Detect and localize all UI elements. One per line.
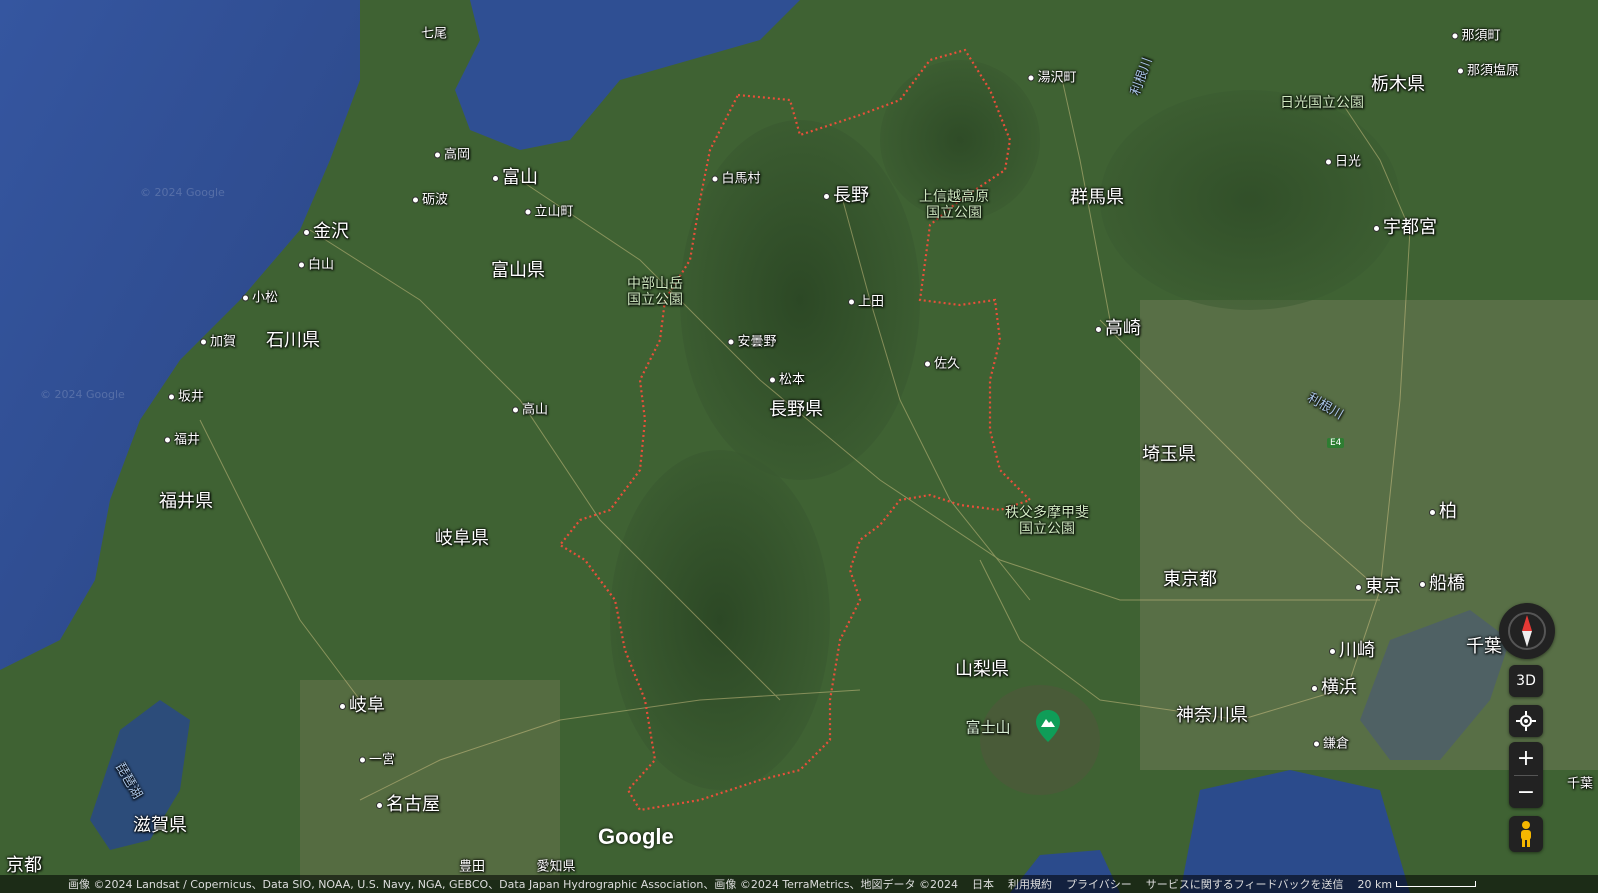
city-label: 福井 (164, 429, 200, 448)
city-label: 高崎 (1095, 314, 1141, 340)
city-label: 一宮 (359, 749, 395, 768)
city-label: 京都 (6, 855, 42, 876)
prefecture-label: 岐阜県 (435, 528, 489, 549)
city-label: 小松 (242, 287, 278, 306)
city-label: 安曇野 (727, 331, 776, 350)
prefecture-label: 滋賀県 (133, 815, 187, 836)
prefecture-label: 神奈川県 (1176, 705, 1248, 726)
city-label: 川崎 (1329, 636, 1375, 662)
prefecture-label: 富山県 (491, 260, 545, 281)
privacy-link[interactable]: プライバシー (1066, 876, 1132, 892)
scale-bar[interactable]: 20 km (1358, 878, 1491, 891)
google-logo: Google (598, 824, 674, 849)
city-label: 那須塩原 (1457, 60, 1519, 79)
imagery-credits: 画像 ©2024 Landsat / Copernicus、Data SIO, … (68, 878, 958, 891)
city-label: 上田 (848, 291, 884, 310)
city-label: 高岡 (434, 144, 470, 163)
prefecture-label: 福井県 (159, 491, 213, 512)
compass-button[interactable] (1499, 603, 1555, 659)
city-label: 富山 (492, 163, 538, 189)
city-label: 砺波 (412, 189, 448, 208)
mountain-marker-icon[interactable] (1036, 710, 1060, 742)
city-label: 七尾 (420, 26, 448, 42)
city-label: 加賀 (200, 331, 236, 350)
country-link[interactable]: 日本 (972, 876, 994, 892)
prefecture-label: 山梨県 (955, 659, 1009, 680)
satellite-map[interactable] (0, 0, 1598, 893)
prefecture-label: 埼玉県 (1142, 444, 1196, 465)
zoom-in-button[interactable]: + (1509, 742, 1543, 775)
prefecture-label: 東京都 (1163, 569, 1217, 590)
city-label: 東京 (1355, 572, 1401, 598)
kanto-plain (1140, 300, 1598, 770)
feedback-link[interactable]: サービスに関するフィードバックを送信 (1146, 876, 1344, 892)
attribution-bar: 画像 ©2024 Landsat / Copernicus、Data SIO, … (0, 875, 1598, 893)
prefecture-label: 長野県 (769, 399, 823, 420)
city-label: 愛知県 (536, 859, 576, 875)
park-label: 中部山岳 国立公園 (627, 276, 683, 308)
3d-toggle-button[interactable]: 3D (1509, 665, 1543, 697)
city-label: 岐阜 (339, 691, 385, 717)
city-label: 日光 (1325, 151, 1361, 170)
my-location-icon (1516, 711, 1536, 731)
city-label: 白山 (298, 254, 334, 273)
highway-shield: E4 (1327, 438, 1345, 448)
park-label: 上信越高原 国立公園 (919, 189, 989, 221)
scale-line (1396, 881, 1477, 887)
zoom-out-button[interactable]: − (1509, 776, 1543, 808)
scale-label: 20 km (1357, 877, 1393, 891)
map-watermark: © 2024 Google (40, 388, 125, 401)
prefecture-label: 石川県 (266, 330, 320, 351)
city-label: 柏 (1429, 497, 1457, 523)
city-label: 千葉 (1566, 776, 1594, 792)
city-label: 湯沢町 (1027, 67, 1076, 86)
terms-link[interactable]: 利用規約 (1008, 876, 1052, 892)
pegman-icon (1521, 821, 1531, 847)
prefecture-label: 栃木県 (1371, 74, 1425, 95)
park-label: 日光国立公園 (1280, 95, 1364, 111)
poi-label[interactable]: 富士山 (965, 717, 1010, 738)
city-label: 坂井 (168, 386, 204, 405)
compass-icon (1508, 612, 1546, 650)
pegman-button[interactable] (1509, 816, 1543, 852)
city-label: 鎌倉 (1313, 733, 1349, 752)
city-label: 立山町 (524, 201, 573, 220)
zoom-controls: + − (1509, 742, 1543, 808)
city-label: 佐久 (924, 353, 960, 372)
park-label: 秩父多摩甲斐 国立公園 (1005, 505, 1089, 537)
city-label: 那須町 (1451, 25, 1500, 44)
city-label: 金沢 (303, 217, 349, 243)
city-label: 豊田 (458, 859, 486, 875)
city-label: 高山 (512, 399, 548, 418)
prefecture-label: 群馬県 (1070, 187, 1124, 208)
map-watermark: © 2024 Google (140, 186, 225, 199)
my-location-button[interactable] (1509, 705, 1543, 737)
city-label: 名古屋 (376, 790, 440, 816)
city-label: 船橋 (1419, 569, 1465, 595)
city-label: 松本 (769, 369, 805, 388)
city-label: 宇都宮 (1373, 213, 1437, 239)
city-label: 千葉 (1466, 636, 1502, 657)
city-label: 横浜 (1311, 673, 1357, 699)
city-label: 長野 (823, 181, 869, 207)
city-label: 白馬村 (711, 168, 760, 187)
